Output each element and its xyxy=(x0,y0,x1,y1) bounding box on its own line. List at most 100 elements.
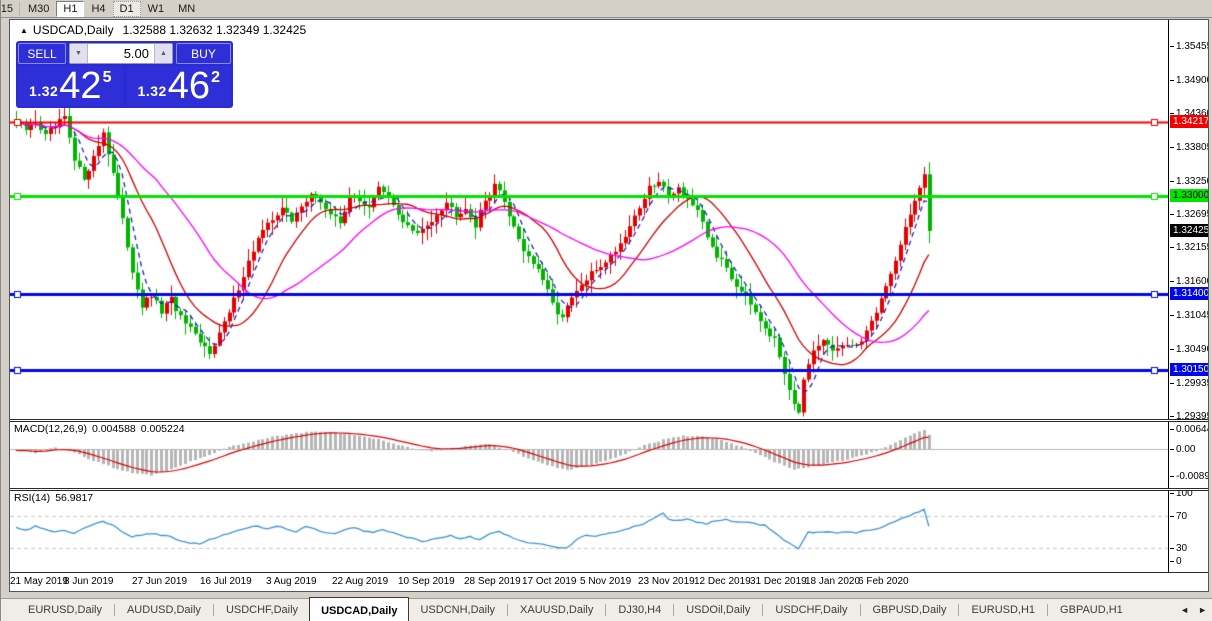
chart-tab-eurusd-daily[interactable]: EURUSD,Daily xyxy=(17,599,113,621)
time-axis-label: 31 Dec 2019 xyxy=(750,576,807,587)
sell-price-big-digits: 42 xyxy=(59,66,101,106)
macd-axis-tick: 0.00 xyxy=(1176,444,1195,455)
price-axis-tick: 1.32695 xyxy=(1176,209,1208,220)
macd-axis[interactable]: 0.006448 0.00 -0.008982 xyxy=(1168,422,1208,488)
chart-tab-usdchf-daily[interactable]: USDCHF,Daily xyxy=(215,599,309,621)
time-axis-label: 3 Aug 2019 xyxy=(266,576,317,587)
tab-divider xyxy=(673,604,674,616)
chart-window: ▲ USDCAD,Daily 1.32588 1.32632 1.32349 1.3… xyxy=(9,19,1209,592)
time-axis[interactable]: 21 May 20198 Jun 2019 27 Jun 2019 16 Jul 2… xyxy=(10,574,1208,591)
price-axis-tick: 1.32155 xyxy=(1176,242,1208,253)
time-axis-label: 17 Oct 2019 xyxy=(522,576,576,587)
timeframe-button-h4[interactable]: H4 xyxy=(84,1,112,17)
buy-button[interactable]: BUY xyxy=(176,43,231,64)
buy-price-big-digits: 46 xyxy=(168,66,210,106)
chart-tab-usdoil-daily[interactable]: USDOil,Daily xyxy=(675,599,761,621)
time-axis-label: 10 Sep 2019 xyxy=(398,576,455,587)
sell-price-pip-digit: 5 xyxy=(103,69,112,87)
rsi-axis-tick: 0 xyxy=(1176,556,1182,567)
chart-tab-eurusd-h1[interactable]: EURUSD,H1 xyxy=(960,599,1046,621)
sell-price-display[interactable]: 1.32 42 5 xyxy=(18,66,123,106)
current-price-badge: 1.32425 xyxy=(1170,224,1208,237)
rsi-axis-tick: 30 xyxy=(1176,543,1187,554)
macd-signal-value: 0.005224 xyxy=(141,423,185,435)
time-axis-label: 6 Feb 2020 xyxy=(858,576,909,587)
buy-price-prefix: 1.32 xyxy=(138,83,167,99)
tab-divider xyxy=(860,604,861,616)
volume-increase-icon[interactable]: ▲ xyxy=(154,44,172,63)
price-axis[interactable]: 1.354551.349001.343601.338051.332501.326… xyxy=(1168,20,1208,419)
time-axis-label: 8 Jun 2019 xyxy=(64,576,114,587)
rsi-canvas[interactable] xyxy=(10,491,1168,572)
tab-divider xyxy=(958,604,959,616)
chart-tab-usdcad-daily[interactable]: USDCAD,Daily xyxy=(309,597,409,621)
chart-tab-gbpusd-daily[interactable]: GBPUSD,Daily xyxy=(862,599,958,621)
volume-input[interactable]: 5.00 xyxy=(88,44,154,63)
tab-scroll-left-icon[interactable]: ◄ xyxy=(1180,605,1189,615)
volume-spinner: ▼ 5.00 ▲ xyxy=(69,43,173,64)
rsi-axis[interactable]: 100 70 30 0 xyxy=(1168,491,1208,572)
tab-divider xyxy=(1047,604,1048,616)
price-axis-tick: 1.31045 xyxy=(1176,310,1208,321)
chart-symbol-label: USDCAD,Daily xyxy=(33,23,114,37)
time-axis-label: 21 May 2019 xyxy=(10,576,68,587)
macd-label: MACD(12,26,9)0.0045880.005224 xyxy=(14,423,190,435)
hline-price-badge: 1.33000 xyxy=(1170,189,1208,202)
price-axis-tick: 1.33250 xyxy=(1176,176,1208,187)
macd-main-value: 0.004588 xyxy=(92,423,136,435)
timeframe-button-mn[interactable]: MN xyxy=(171,1,202,17)
macd-indicator-pane: MACD(12,26,9)0.0045880.005224 0.0064480.… xyxy=(10,422,1208,488)
buy-price-pip-digit: 2 xyxy=(211,69,220,87)
chart-tab-usdchf-daily[interactable]: USDCHF,Daily xyxy=(764,599,858,621)
sell-button[interactable]: SELL xyxy=(18,43,66,64)
tab-divider xyxy=(762,604,763,616)
time-axis-label: 23 Nov 2019 xyxy=(638,576,695,587)
time-axis-label: 28 Sep 2019 xyxy=(464,576,521,587)
timeframe-button-h1[interactable]: H1 xyxy=(56,1,84,17)
chart-tab-dj30-h4[interactable]: DJ30,H4 xyxy=(607,599,672,621)
one-click-trade-panel: SELL ▼ 5.00 ▲ BUY 1.32 42 5 1.32 xyxy=(16,41,233,108)
price-axis-tick: 1.35455 xyxy=(1176,41,1208,52)
price-axis-tick: 1.34900 xyxy=(1176,75,1208,86)
toolbar-separator xyxy=(19,2,20,16)
rsi-indicator-pane: RSI(14)56.9817 100 70 30 0 xyxy=(10,491,1208,572)
price-axis-tick: 1.30490 xyxy=(1176,344,1208,355)
time-axis-label: 12 Dec 2019 xyxy=(694,576,751,587)
price-axis-tick: 1.29935 xyxy=(1176,378,1208,389)
chart-tab-audusd-daily[interactable]: AUDUSD,Daily xyxy=(116,599,212,621)
timeframe-button-w1[interactable]: W1 xyxy=(141,1,172,17)
chart-tab-xauusd-daily[interactable]: XAUUSD,Daily xyxy=(509,599,604,621)
price-chart-pane: ▲ USDCAD,Daily 1.32588 1.32632 1.32349 1.3… xyxy=(10,20,1208,419)
tab-scroll-controls: ◄ ► xyxy=(1180,599,1207,621)
tab-divider xyxy=(605,604,606,616)
time-axis-label: 5 Nov 2019 xyxy=(580,576,631,587)
time-axis-label: 16 Jul 2019 xyxy=(200,576,252,587)
sell-price-prefix: 1.32 xyxy=(29,83,58,99)
timeframe-button-15[interactable]: 15 xyxy=(1,1,18,17)
chart-title: ▲ USDCAD,Daily 1.32588 1.32632 1.32349 1.3… xyxy=(20,23,306,37)
macd-axis-tick: -0.008982 xyxy=(1176,471,1208,482)
hline-price-badge: 1.34217 xyxy=(1170,115,1208,128)
rsi-axis-tick: 70 xyxy=(1176,511,1187,522)
timeframe-toolbar: 15M30H1H4D1W1MN xyxy=(1,0,1212,18)
buy-price-display[interactable]: 1.32 46 2 xyxy=(127,66,232,106)
tab-divider xyxy=(213,604,214,616)
time-axis-label: 22 Aug 2019 xyxy=(332,576,388,587)
one-click-collapse-icon[interactable]: ▲ xyxy=(20,26,28,35)
trading-terminal: 15M30H1H4D1W1MN ▲ USDCAD,Daily 1.32588 1.3… xyxy=(0,0,1212,621)
chart-tab-gbpaud-h1[interactable]: GBPAUD,H1 xyxy=(1049,599,1134,621)
time-axis-label: 27 Jun 2019 xyxy=(132,576,187,587)
chart-ohlc-values: 1.32588 1.32632 1.32349 1.32425 xyxy=(123,23,307,37)
timeframe-button-m30[interactable]: M30 xyxy=(21,1,56,17)
rsi-name: RSI(14) xyxy=(14,492,50,504)
chart-tab-bar: EURUSD,DailyAUDUSD,DailyUSDCHF,DailyUSDC… xyxy=(1,598,1212,621)
volume-decrease-icon[interactable]: ▼ xyxy=(70,44,88,63)
chart-tab-usdcnh-daily[interactable]: USDCNH,Daily xyxy=(409,599,506,621)
timeframe-button-d1[interactable]: D1 xyxy=(113,1,141,17)
rsi-axis-tick: 100 xyxy=(1176,491,1193,499)
macd-axis-tick: 0.006448 xyxy=(1176,424,1208,435)
tab-divider xyxy=(507,604,508,616)
hline-price-badge: 1.30150 xyxy=(1170,363,1208,376)
tab-scroll-right-icon[interactable]: ► xyxy=(1198,605,1207,615)
rsi-label: RSI(14)56.9817 xyxy=(14,492,98,504)
